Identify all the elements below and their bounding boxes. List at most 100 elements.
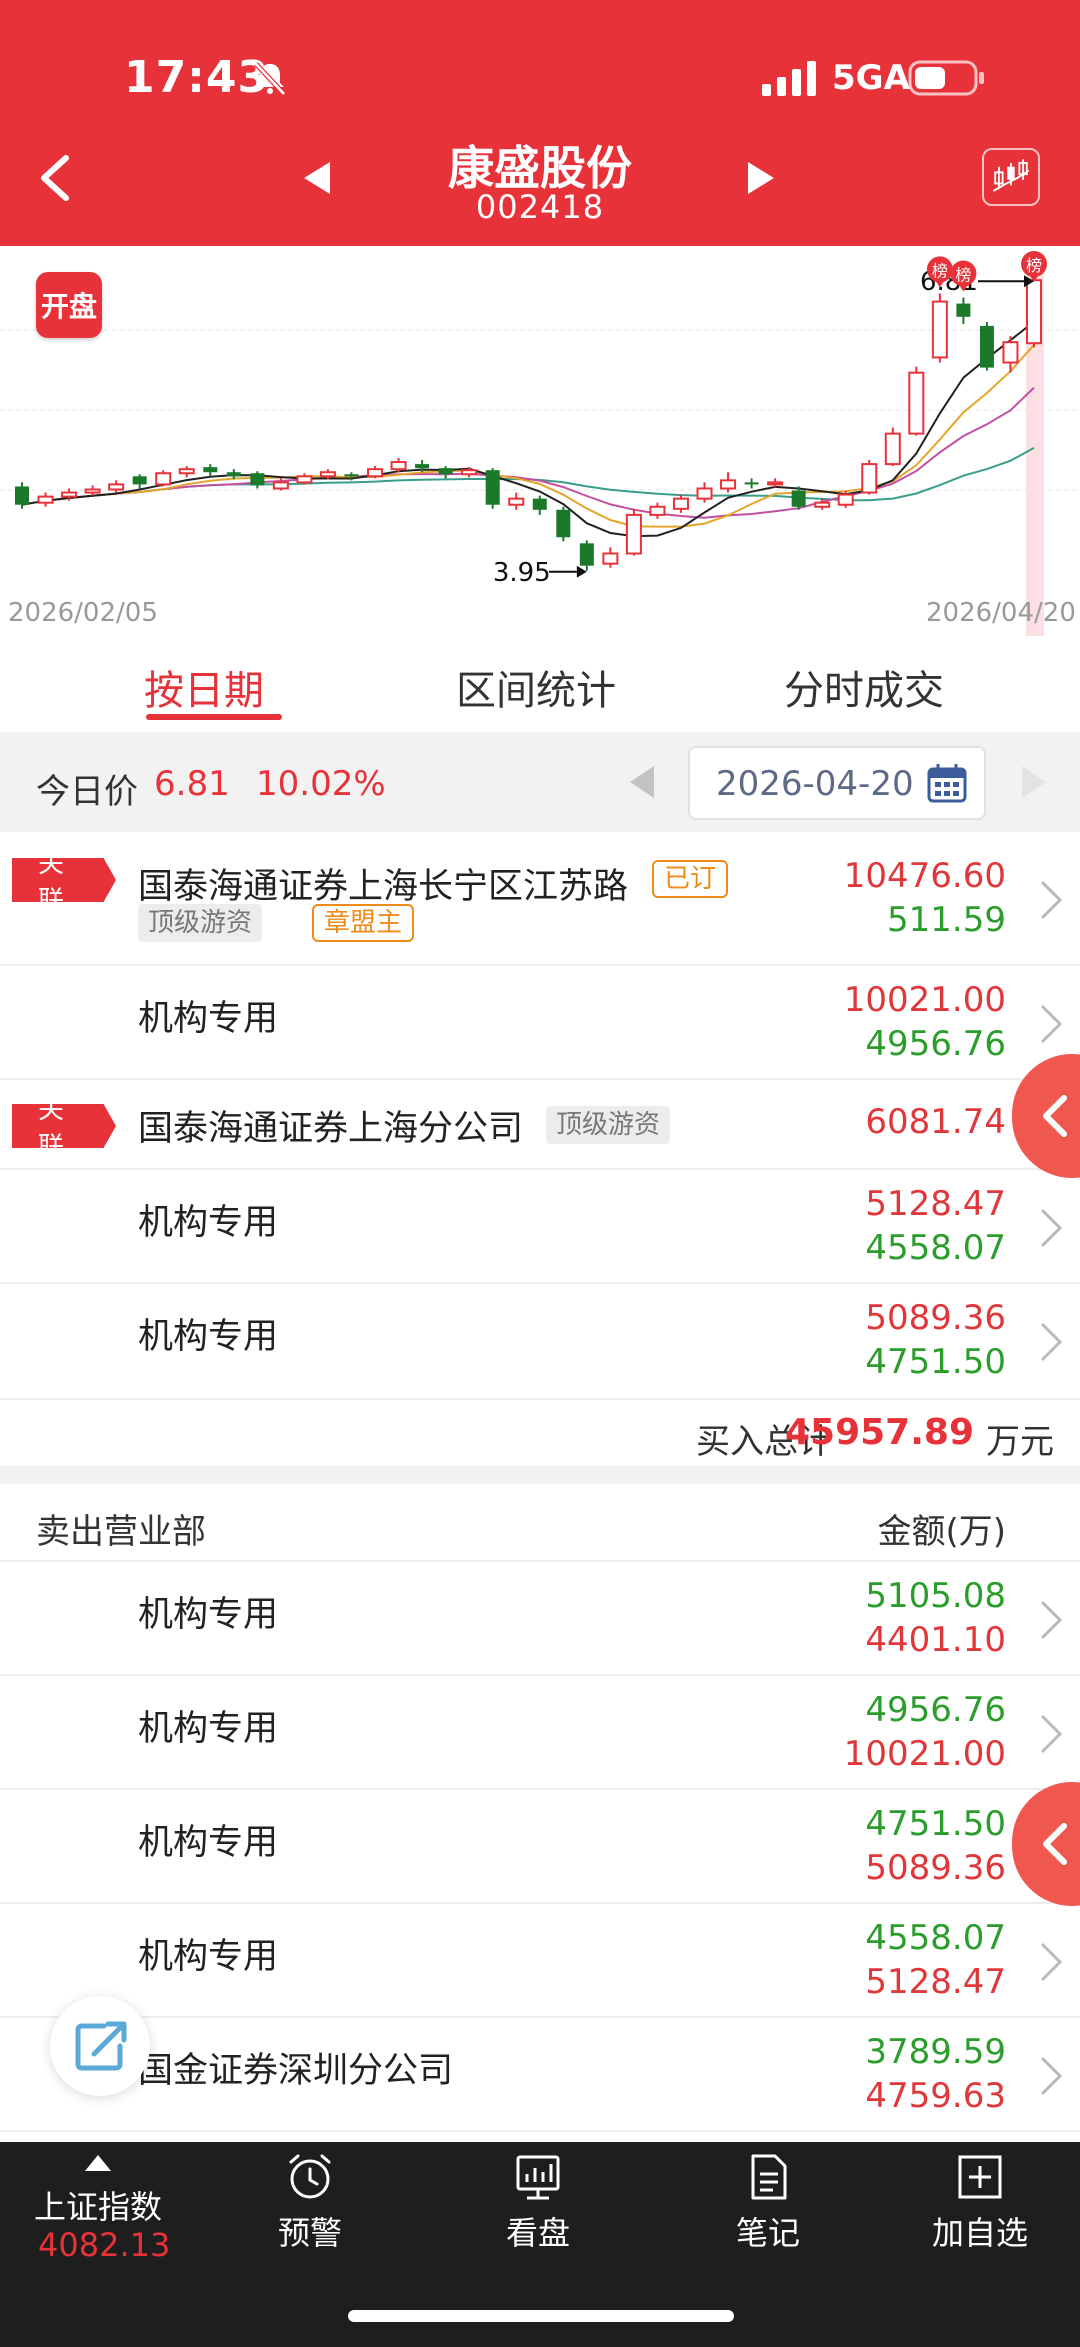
nav-alert-label: 预警	[277, 2214, 342, 2252]
buy-row[interactable]: 关 联 国泰海通证券上海分公司 顶级游资 6081.74	[0, 1080, 1080, 1170]
buy-amount: 10476.60	[843, 856, 1006, 896]
today-change-pct: 10.02%	[256, 764, 386, 804]
low-price-label: 3.95	[493, 558, 551, 588]
chevron-left-icon	[1043, 1095, 1067, 1137]
kline-chart[interactable]: 6.81 3.95 榜榜榜	[0, 246, 1080, 636]
chevron-right-icon	[1040, 1004, 1063, 1044]
tab-by-date[interactable]: 按日期	[144, 658, 264, 716]
tab-range-stats[interactable]: 区间统计	[456, 658, 616, 716]
sell-amount: 4751.50	[865, 1804, 1006, 1844]
chevron-right-icon	[1040, 1942, 1063, 1982]
date-picker[interactable]: 2026-04-20	[688, 746, 986, 820]
next-stock-button[interactable]	[742, 158, 778, 198]
monitor-chart-icon	[516, 2155, 560, 2200]
buy-row[interactable]: 机构专用 10021.00 4956.76	[0, 966, 1080, 1080]
active-tab-indicator	[146, 714, 282, 720]
subscribed-tag: 已订	[652, 860, 729, 898]
buy-row[interactable]: 关 联 国泰海通证券上海长宁区江苏路 已订 顶级游资 章盟主 10476.60 …	[0, 834, 1080, 966]
tab-intraday-trades[interactable]: 分时成交	[784, 658, 944, 716]
branch-name: 国泰海通证券上海长宁区江苏路	[138, 867, 629, 907]
candle-body	[61, 491, 78, 498]
ma10-line	[21, 386, 1035, 519]
list-marker-label: 榜	[1026, 256, 1042, 275]
buy-amount: 5128.47	[865, 1962, 1006, 2002]
buy-row[interactable]: 机构专用 5089.36 4751.50	[0, 1284, 1080, 1400]
buy-row[interactable]: 机构专用 5128.47 4558.07	[0, 1170, 1080, 1284]
nav-notes-label: 笔记	[735, 2214, 800, 2252]
buy-amount: 10021.00	[843, 980, 1006, 1020]
branch-name: 机构专用	[138, 1317, 279, 1357]
related-tag[interactable]: 关 联	[12, 858, 116, 902]
today-price-label: 今日价	[36, 772, 138, 812]
chart-date-end: 2026/04/20	[926, 598, 1076, 628]
candle-body	[438, 468, 453, 475]
nav-notes[interactable]: 笔记	[708, 2152, 828, 2254]
chevron-right-icon	[1040, 2056, 1063, 2096]
section-divider	[0, 1466, 1080, 1484]
branch-name: 机构专用	[138, 1709, 279, 1749]
candle-body	[15, 486, 29, 505]
candle-body	[132, 476, 147, 485]
list-marker-label: 榜	[932, 261, 948, 280]
candle-body	[1026, 279, 1042, 345]
calendar-icon	[927, 764, 967, 803]
nav-watch[interactable]: 看盘	[478, 2152, 598, 2254]
sell-row[interactable]: 机构专用 4751.50 5089.36	[0, 1790, 1080, 1904]
related-tag[interactable]: 关 联	[12, 1104, 116, 1148]
up-arrow-icon	[85, 2155, 111, 2171]
trader-tag: 顶级游资	[138, 904, 263, 942]
candle-body	[84, 488, 101, 494]
plus-square-icon	[958, 2155, 1002, 2199]
sell-amount-header: 金额(万)	[877, 1512, 1006, 1552]
candle-body	[625, 513, 642, 555]
candle-body	[108, 483, 125, 491]
share-button[interactable]	[50, 1996, 150, 2096]
candle-body	[485, 470, 500, 505]
branch-name: 国泰海通证券上海分公司	[138, 1109, 524, 1149]
prev-date-button[interactable]	[628, 764, 658, 800]
alarm-clock-icon	[289, 2154, 331, 2199]
chevron-right-icon	[1040, 880, 1063, 920]
candle-body	[508, 497, 525, 506]
next-date-button[interactable]	[1018, 764, 1048, 800]
sell-amount: 4751.50	[865, 1342, 1006, 1382]
kline-toggle-button[interactable]	[982, 148, 1040, 206]
candle-body	[744, 482, 759, 485]
buy-amount: 10021.00	[843, 1734, 1006, 1774]
candle-body	[367, 468, 384, 478]
candle-body	[720, 479, 737, 490]
branch-name: 机构专用	[138, 999, 279, 1039]
sell-row[interactable]: 机构专用 4558.07 5128.47	[0, 1904, 1080, 2018]
candle-body	[461, 469, 478, 476]
candle-body	[696, 487, 713, 500]
candle-body	[344, 474, 359, 477]
open-badge[interactable]: 开盘	[36, 272, 102, 338]
nav-watch-label: 看盘	[505, 2214, 570, 2252]
chevron-right-icon	[1040, 1322, 1063, 1362]
prev-stock-button[interactable]	[300, 158, 336, 198]
candle-body	[415, 464, 430, 469]
candle-body	[602, 552, 619, 565]
nav-add-watchlist[interactable]: 加自选	[920, 2152, 1040, 2254]
nav-add-watchlist-label: 加自选	[931, 2214, 1028, 2252]
candle-body	[556, 509, 571, 538]
network-label: 5GA	[832, 58, 910, 98]
nav-alert[interactable]: 预警	[250, 2152, 370, 2254]
sell-amount: 5105.08	[865, 1576, 1006, 1616]
candle-body	[1002, 341, 1019, 364]
candle-body	[532, 498, 547, 510]
back-button[interactable]	[30, 148, 80, 208]
chevron-left-icon	[1043, 1823, 1067, 1865]
sell-amount: 511.59	[887, 900, 1006, 940]
sell-section-header: 卖出营业部 金额(万)	[0, 1484, 1080, 1562]
stock-code: 002418	[475, 188, 605, 226]
buy-amount: 4401.10	[865, 1620, 1006, 1660]
buy-amount: 6081.74	[865, 1102, 1006, 1142]
sell-row[interactable]: 国金证券深圳分公司 3789.59 4759.63	[0, 2018, 1080, 2132]
note-icon	[751, 2154, 787, 2200]
sell-row[interactable]: 机构专用 4956.76 10021.00	[0, 1676, 1080, 1790]
candle-body	[908, 371, 925, 435]
sell-row[interactable]: 机构专用 5105.08 4401.10	[0, 1562, 1080, 1676]
candle-body	[861, 463, 878, 494]
buy-amount: 5128.47	[865, 1184, 1006, 1224]
